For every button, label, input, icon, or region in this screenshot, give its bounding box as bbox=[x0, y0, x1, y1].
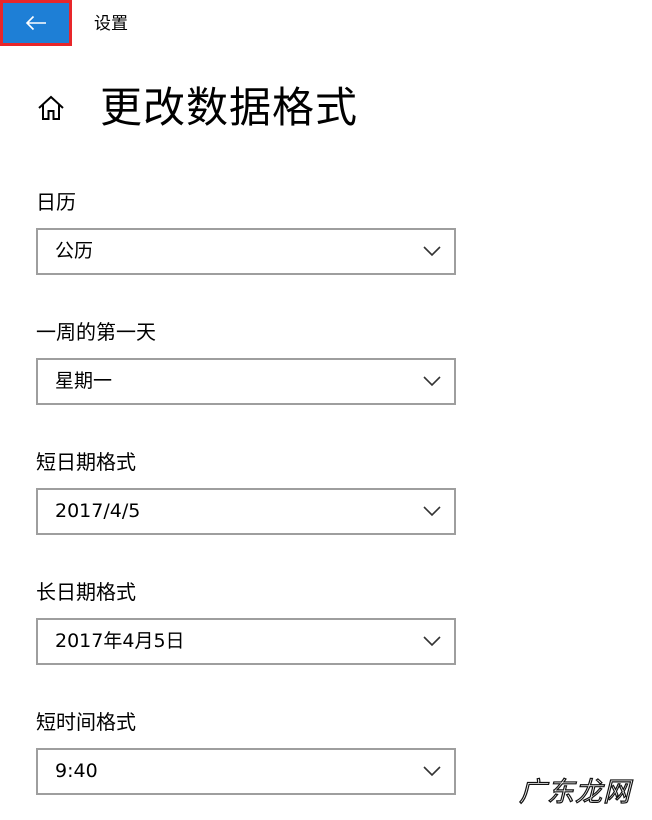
long-date-label: 长日期格式 bbox=[36, 580, 136, 604]
short-time-label: 短时间格式 bbox=[36, 710, 136, 734]
short-date-setting: 短日期格式 2017/4/5 bbox=[36, 450, 456, 535]
first-day-of-week-value: 星期一 bbox=[55, 370, 113, 392]
calendar-dropdown[interactable]: 公历 bbox=[36, 228, 456, 275]
back-button[interactable] bbox=[0, 0, 72, 46]
chevron-down-icon bbox=[423, 246, 441, 257]
short-date-value: 2017/4/5 bbox=[55, 500, 141, 522]
long-date-value: 2017年4月5日 bbox=[55, 630, 185, 652]
short-date-label: 短日期格式 bbox=[36, 450, 136, 474]
settings-page: 设置 更改数据格式 日历 公历 一周的第一天 星期一 短日期格式 2017/4/… bbox=[0, 0, 652, 820]
chevron-down-icon bbox=[423, 636, 441, 647]
first-day-of-week-label: 一周的第一天 bbox=[36, 320, 156, 344]
first-day-of-week-setting: 一周的第一天 星期一 bbox=[36, 320, 456, 405]
page-title: 更改数据格式 bbox=[100, 83, 359, 132]
short-time-value: 9:40 bbox=[55, 760, 98, 782]
short-time-dropdown[interactable]: 9:40 bbox=[36, 748, 456, 795]
short-date-dropdown[interactable]: 2017/4/5 bbox=[36, 488, 456, 535]
chevron-down-icon bbox=[423, 506, 441, 517]
arrow-left-icon bbox=[25, 15, 46, 31]
calendar-setting: 日历 公历 bbox=[36, 190, 456, 275]
long-date-dropdown[interactable]: 2017年4月5日 bbox=[36, 618, 456, 665]
short-time-setting: 短时间格式 9:40 bbox=[36, 710, 456, 795]
calendar-label: 日历 bbox=[36, 190, 76, 214]
first-day-of-week-dropdown[interactable]: 星期一 bbox=[36, 358, 456, 405]
chevron-down-icon bbox=[423, 766, 441, 777]
calendar-value: 公历 bbox=[55, 240, 94, 262]
home-icon[interactable] bbox=[36, 93, 66, 123]
window-title: 设置 bbox=[94, 14, 128, 34]
long-date-setting: 长日期格式 2017年4月5日 bbox=[36, 580, 456, 665]
watermark: 广东龙网 bbox=[518, 777, 631, 808]
chevron-down-icon bbox=[423, 376, 441, 387]
